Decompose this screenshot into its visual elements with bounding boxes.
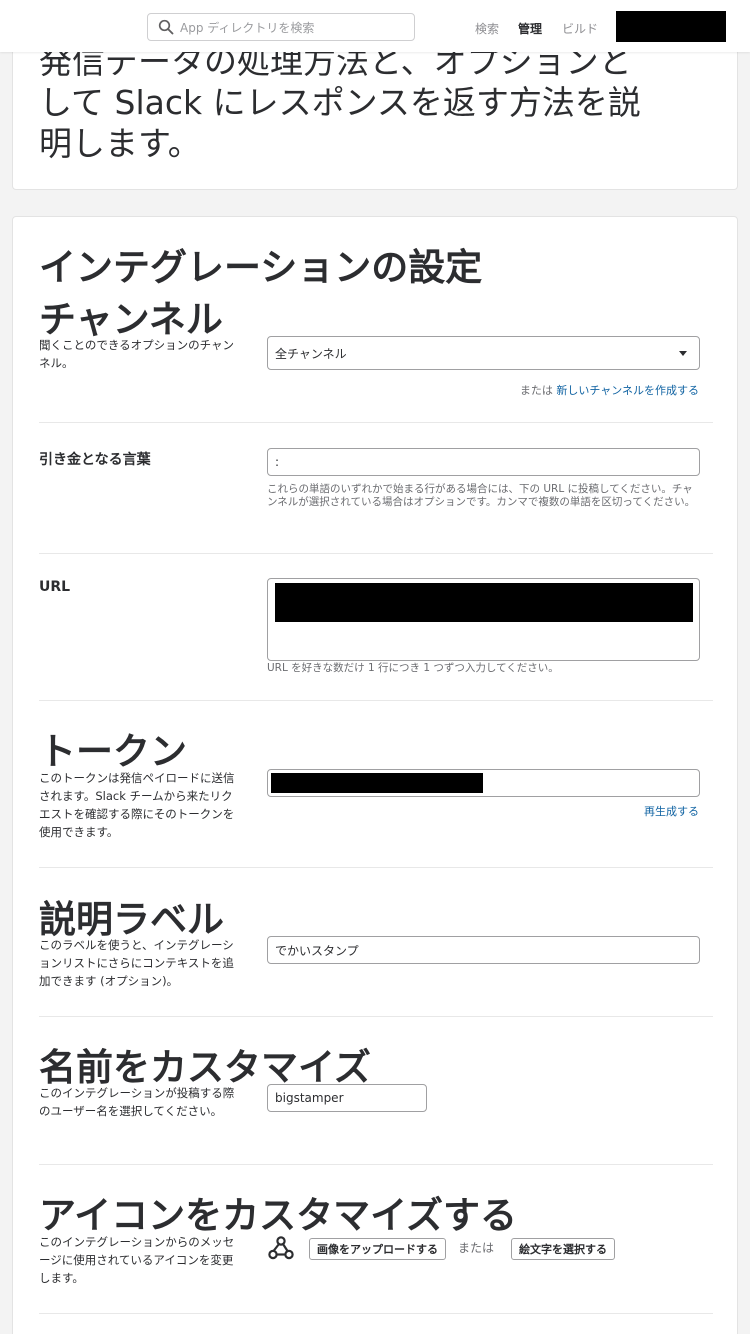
search-icon (158, 19, 174, 35)
divider (39, 1016, 713, 1017)
nav-build[interactable]: ビルド (562, 20, 598, 37)
trigger-words-label: 引き金となる言葉 (39, 452, 151, 468)
create-channel-link[interactable]: 新しいチャンネルを作成する (556, 384, 699, 397)
desc-label-input[interactable]: でかいスタンプ (267, 936, 700, 964)
trigger-words-hint: これらの単語のいずれかで始まる行がある場合には、下の URL に投稿してください… (267, 483, 696, 508)
desc-label-desc: このラベルを使うと、インテグレーションリストにさらにコンテキストを追加できます … (39, 938, 234, 988)
custom-name-input[interactable]: bigstamper (267, 1084, 427, 1112)
icon-or-text: または (458, 1241, 495, 1255)
upload-image-button[interactable]: 画像をアップロードする (309, 1238, 446, 1260)
divider (39, 1313, 713, 1314)
search-placeholder: App ディレクトリを検索 (180, 20, 315, 35)
divider (39, 1164, 713, 1165)
integration-settings-card: インテグレーションの設定 チャンネル 聞くことのできるオプションのチャンネル。 … (12, 216, 738, 1334)
channel-select-value: 全チャンネル (275, 346, 347, 361)
channel-select[interactable]: 全チャンネル (267, 336, 700, 370)
intro-card: 発信データの処理方法と、オプションとして Slack にレスポンスを返す方法を説… (12, 38, 738, 190)
section-title: インテグレーションの設定 (39, 246, 483, 289)
regenerate-token-link[interactable]: 再生成する (644, 803, 699, 819)
channel-title: チャンネル (39, 298, 223, 341)
divider (39, 422, 713, 423)
redacted-account-area (616, 11, 726, 42)
token-desc: このトークンは発信ペイロードに送信されます。Slack チームから来たリクエスト… (39, 771, 235, 839)
custom-name-value: bigstamper (275, 1091, 344, 1105)
token-title: トークン (39, 730, 187, 773)
divider (39, 553, 713, 554)
webhook-icon (268, 1236, 294, 1260)
url-hint: URL を好きな数だけ 1 行につき 1 つずつ入力してください。 (267, 662, 559, 674)
intro-text: 発信データの処理方法と、オプションとして Slack にレスポンスを返す方法を説… (39, 42, 641, 163)
chevron-down-icon (679, 351, 687, 356)
choose-emoji-button[interactable]: 絵文字を選択する (511, 1238, 615, 1260)
custom-icon-desc: このインテグレーションからのメッセージに使用されているアイコンを変更します。 (39, 1235, 235, 1285)
nav-search[interactable]: 検索 (475, 20, 499, 37)
desc-label-title: 説明ラベル (39, 898, 224, 941)
custom-name-title: 名前をカスタマイズ (39, 1046, 371, 1089)
trigger-words-value: : (275, 455, 280, 469)
top-header: App ディレクトリを検索 検索 管理 ビルド (0, 0, 750, 52)
nav-manage[interactable]: 管理 (518, 20, 542, 37)
channel-desc: 聞くことのできるオプションのチャンネル。 (39, 338, 235, 370)
desc-label-value: でかいスタンプ (275, 943, 359, 958)
divider (39, 700, 713, 701)
custom-icon-title: アイコンをカスタマイズする (39, 1194, 518, 1237)
trigger-words-input[interactable]: : (267, 448, 700, 476)
redacted-url (275, 583, 693, 622)
create-channel-row: または 新しいチャンネルを作成する (520, 382, 699, 398)
channel-or-text: または (519, 384, 553, 397)
search-input[interactable]: App ディレクトリを検索 (147, 13, 415, 41)
redacted-token (271, 773, 483, 793)
divider (39, 867, 713, 868)
custom-name-desc: このインテグレーションが投稿する際のユーザー名を選択してください。 (39, 1086, 235, 1118)
url-label: URL (39, 579, 71, 595)
